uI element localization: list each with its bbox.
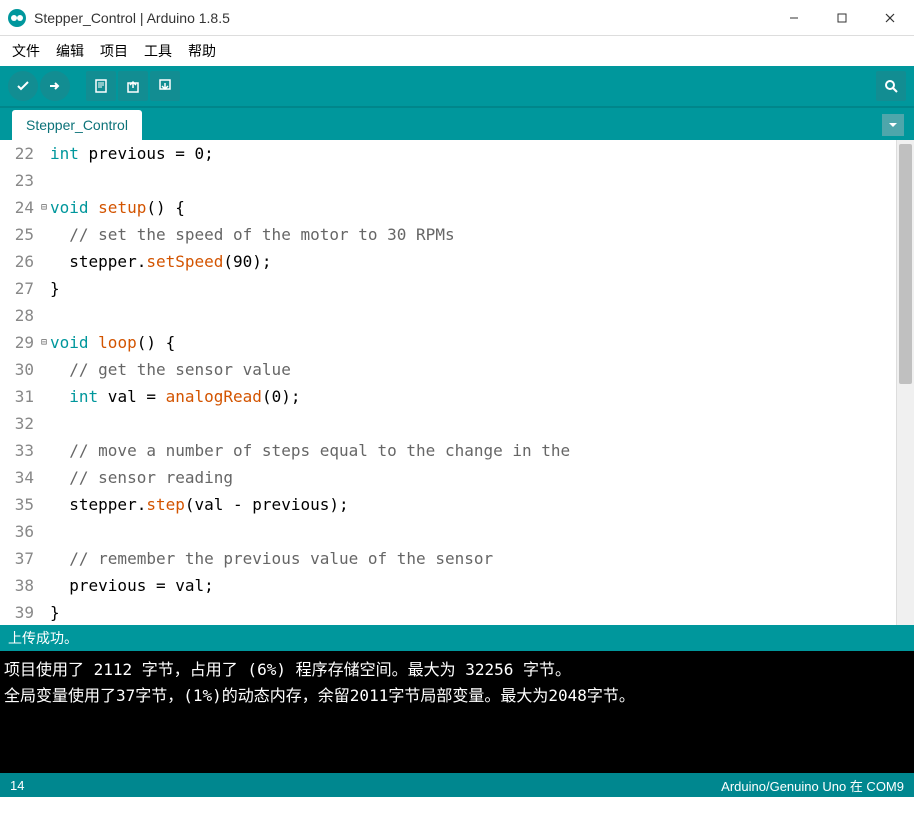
- new-button[interactable]: [86, 71, 116, 101]
- window-title: Stepper_Control | Arduino 1.8.5: [34, 10, 770, 26]
- menu-file[interactable]: 文件: [4, 37, 48, 65]
- tab-menu-button[interactable]: [882, 114, 904, 136]
- console-line: 项目使用了 2112 字节，占用了 (6%) 程序存储空间。最大为 32256 …: [4, 657, 910, 683]
- fold-marker: [38, 437, 50, 464]
- fold-marker: [38, 221, 50, 248]
- code-line[interactable]: stepper.setSpeed(90);: [50, 248, 896, 275]
- line-number: 28: [0, 302, 34, 329]
- line-number: 31: [0, 383, 34, 410]
- code-area[interactable]: int previous = 0; void setup() { // set t…: [50, 140, 896, 625]
- tab-sketch[interactable]: Stepper_Control: [12, 110, 142, 140]
- fold-marker: [38, 275, 50, 302]
- title-bar: Stepper_Control | Arduino 1.8.5: [0, 0, 914, 36]
- line-number: 30: [0, 356, 34, 383]
- tab-row: Stepper_Control: [0, 106, 914, 140]
- serial-monitor-button[interactable]: [876, 71, 906, 101]
- code-line[interactable]: // get the sensor value: [50, 356, 896, 383]
- scrollbar-thumb[interactable]: [899, 144, 912, 384]
- line-number: 37: [0, 545, 34, 572]
- fold-marker: [38, 248, 50, 275]
- toolbar: [0, 66, 914, 106]
- line-number: 26: [0, 248, 34, 275]
- fold-marker: [38, 302, 50, 329]
- code-editor[interactable]: 222324252627282930313233343536373839 ⊟⊟ …: [0, 140, 914, 625]
- fold-marker: [38, 464, 50, 491]
- fold-marker: [38, 167, 50, 194]
- status-row: 上传成功。: [0, 625, 914, 651]
- code-line[interactable]: // sensor reading: [50, 464, 896, 491]
- console-line: 全局变量使用了37字节，(1%)的动态内存，余留2011字节局部变量。最大为20…: [4, 683, 910, 709]
- fold-column[interactable]: ⊟⊟: [38, 140, 50, 625]
- fold-marker: [38, 545, 50, 572]
- line-number-indicator: 14: [10, 778, 24, 793]
- maximize-button[interactable]: [818, 0, 866, 35]
- code-line[interactable]: }: [50, 599, 896, 625]
- line-number: 22: [0, 140, 34, 167]
- minimize-button[interactable]: [770, 0, 818, 35]
- menu-edit[interactable]: 编辑: [48, 37, 92, 65]
- line-number: 24: [0, 194, 34, 221]
- line-number: 25: [0, 221, 34, 248]
- board-port-indicator: Arduino/Genuino Uno 在 COM9: [721, 776, 904, 795]
- line-number: 27: [0, 275, 34, 302]
- fold-marker[interactable]: ⊟: [38, 194, 50, 221]
- code-line[interactable]: stepper.step(val - previous);: [50, 491, 896, 518]
- code-line[interactable]: // move a number of steps equal to the c…: [50, 437, 896, 464]
- code-line[interactable]: int val = analogRead(0);: [50, 383, 896, 410]
- fold-marker: [38, 572, 50, 599]
- line-number: 35: [0, 491, 34, 518]
- fold-marker: [38, 356, 50, 383]
- menu-bar: 文件 编辑 项目 工具 帮助: [0, 36, 914, 66]
- fold-marker: [38, 518, 50, 545]
- close-button[interactable]: [866, 0, 914, 35]
- line-number: 36: [0, 518, 34, 545]
- arduino-icon: [8, 9, 26, 27]
- fold-marker: [38, 410, 50, 437]
- vertical-scrollbar[interactable]: [896, 140, 914, 625]
- code-line[interactable]: [50, 518, 896, 545]
- code-line[interactable]: void setup() {: [50, 194, 896, 221]
- upload-button[interactable]: [40, 71, 70, 101]
- line-number: 29: [0, 329, 34, 356]
- status-message: 上传成功。: [8, 628, 78, 648]
- code-line[interactable]: [50, 302, 896, 329]
- code-line[interactable]: void loop() {: [50, 329, 896, 356]
- bottom-bar: 14 Arduino/Genuino Uno 在 COM9: [0, 773, 914, 797]
- fold-marker: [38, 383, 50, 410]
- code-line[interactable]: [50, 410, 896, 437]
- menu-help[interactable]: 帮助: [180, 37, 224, 65]
- line-number: 33: [0, 437, 34, 464]
- console-output[interactable]: 项目使用了 2112 字节，占用了 (6%) 程序存储空间。最大为 32256 …: [0, 651, 914, 773]
- code-line[interactable]: // set the speed of the motor to 30 RPMs: [50, 221, 896, 248]
- fold-marker: [38, 491, 50, 518]
- save-button[interactable]: [150, 71, 180, 101]
- code-line[interactable]: // remember the previous value of the se…: [50, 545, 896, 572]
- menu-tools[interactable]: 工具: [136, 37, 180, 65]
- open-button[interactable]: [118, 71, 148, 101]
- line-number: 34: [0, 464, 34, 491]
- line-number: 32: [0, 410, 34, 437]
- code-line[interactable]: }: [50, 275, 896, 302]
- code-line[interactable]: int previous = 0;: [50, 140, 896, 167]
- fold-marker: [38, 599, 50, 625]
- code-line[interactable]: [50, 167, 896, 194]
- line-number: 38: [0, 572, 34, 599]
- fold-marker: [38, 140, 50, 167]
- line-number: 39: [0, 599, 34, 625]
- fold-marker[interactable]: ⊟: [38, 329, 50, 356]
- line-gutter: 222324252627282930313233343536373839: [0, 140, 38, 625]
- verify-button[interactable]: [8, 71, 38, 101]
- code-line[interactable]: previous = val;: [50, 572, 896, 599]
- window-controls: [770, 0, 914, 35]
- menu-project[interactable]: 项目: [92, 37, 136, 65]
- line-number: 23: [0, 167, 34, 194]
